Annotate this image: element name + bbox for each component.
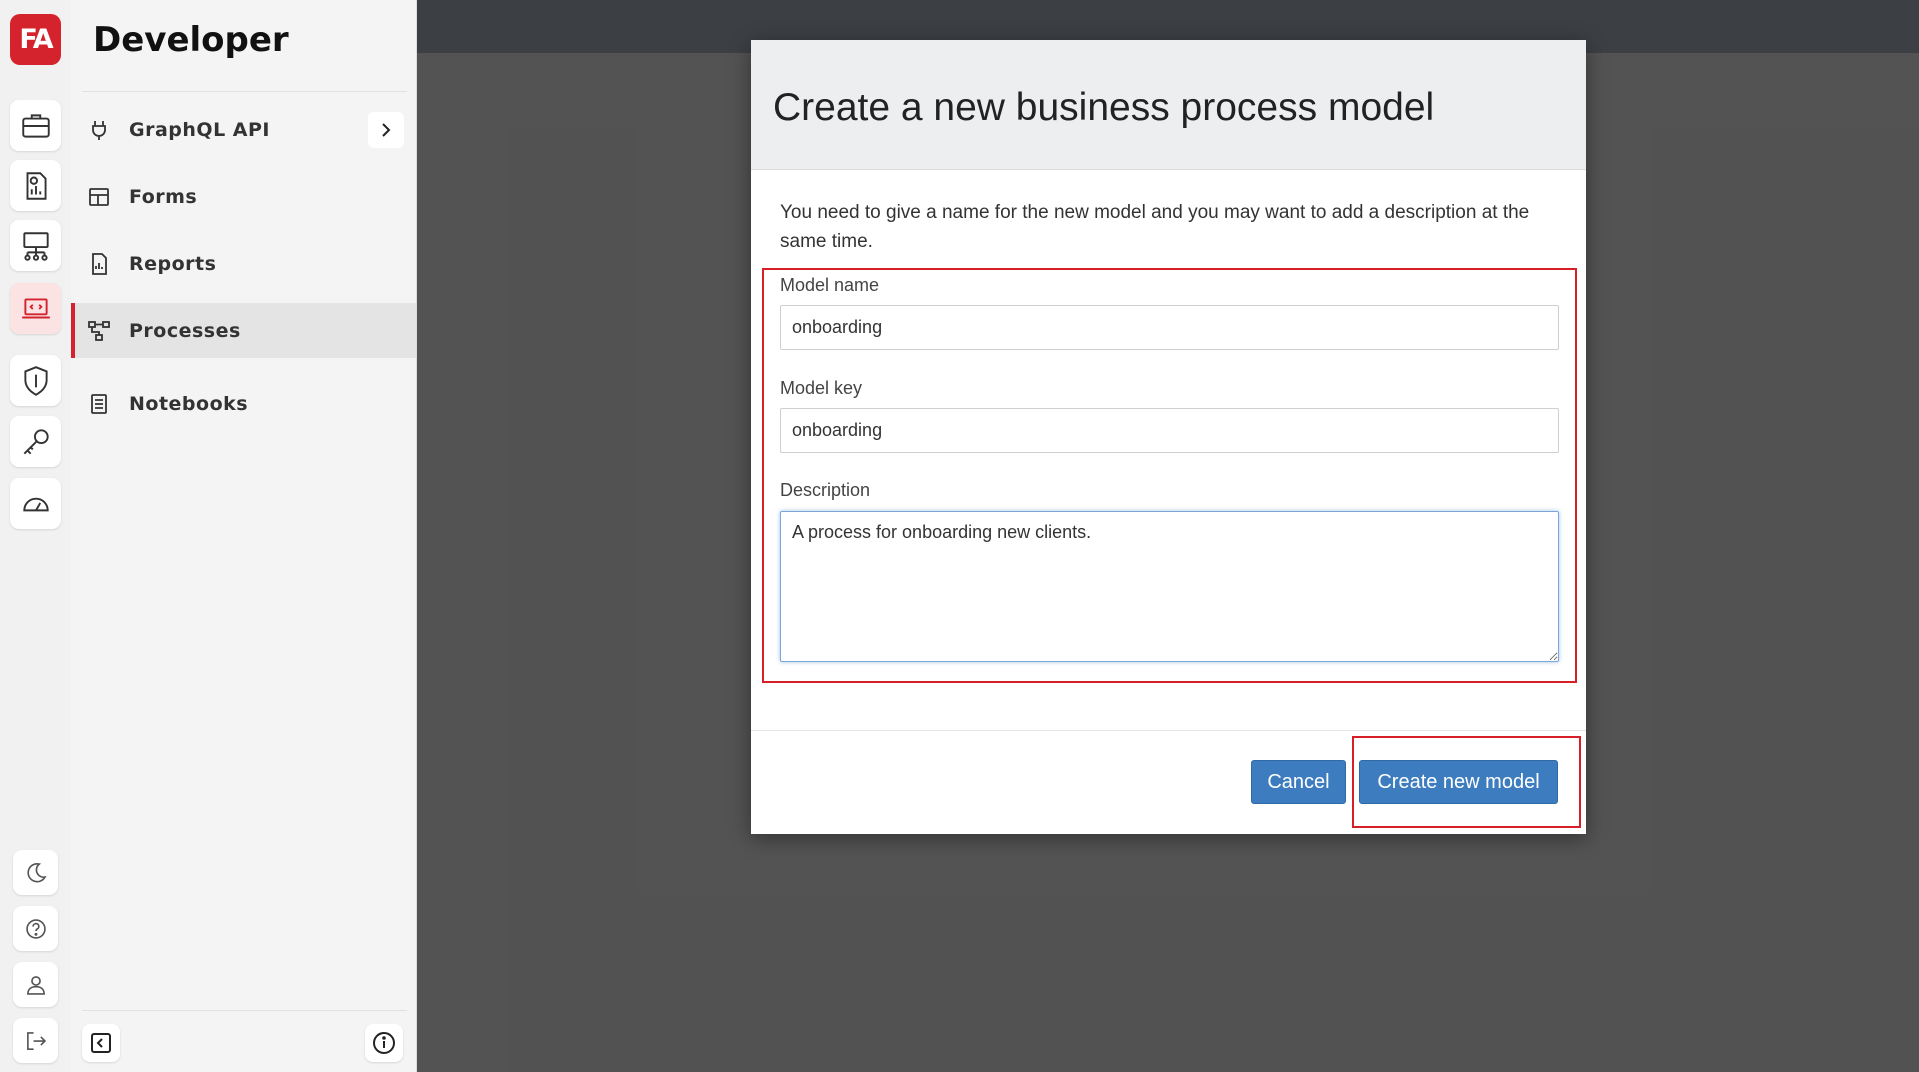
- nav-item-label: GraphQL API: [129, 118, 270, 141]
- nav-item-label: Processes: [129, 319, 241, 342]
- developer-laptop-icon[interactable]: [10, 283, 61, 334]
- grid-icon: [85, 183, 113, 211]
- nav-item-reports[interactable]: Reports: [71, 236, 416, 291]
- report-icon: [85, 250, 113, 278]
- briefcase-icon[interactable]: [10, 100, 61, 151]
- nav-item-processes[interactable]: Processes: [71, 303, 416, 358]
- help-icon[interactable]: [13, 906, 58, 951]
- side-panel: Developer GraphQL API Forms Reports Proc…: [71, 0, 417, 1072]
- create-new-model-button[interactable]: Create new model: [1359, 760, 1558, 804]
- network-diagram-icon[interactable]: [10, 220, 61, 271]
- model-key-label: Model key: [780, 378, 863, 398]
- logout-icon[interactable]: [13, 1018, 58, 1063]
- moon-icon[interactable]: [13, 850, 58, 895]
- model-name-input[interactable]: [780, 305, 1559, 350]
- dialog-header: Create a new business process model: [751, 40, 1586, 170]
- divider: [82, 91, 407, 92]
- nav-item-notebooks[interactable]: Notebooks: [71, 376, 416, 431]
- divider: [82, 1010, 407, 1011]
- process-flow-icon: [85, 317, 113, 345]
- speedometer-icon[interactable]: [10, 478, 61, 529]
- app-logo[interactable]: FA: [10, 14, 61, 65]
- icon-rail: FA: [0, 0, 72, 1072]
- model-name-label: Model name: [780, 275, 880, 295]
- dialog-title: Create a new business process model: [773, 86, 1435, 129]
- cancel-button[interactable]: Cancel: [1251, 760, 1346, 804]
- notebook-icon: [85, 390, 113, 418]
- nav-item-label: Reports: [129, 252, 217, 275]
- key-icon[interactable]: [10, 416, 61, 467]
- nav-item-label: Forms: [129, 185, 198, 208]
- nav-item-forms[interactable]: Forms: [71, 169, 416, 224]
- plug-icon: [85, 116, 113, 144]
- info-icon[interactable]: [365, 1024, 403, 1062]
- dialog-footer-divider: [751, 730, 1586, 731]
- chevron-right-icon[interactable]: [368, 112, 404, 148]
- description-textarea[interactable]: A process for onboarding new clients.: [780, 511, 1559, 662]
- panel-title: Developer: [93, 20, 289, 60]
- dialog-intro-text: You need to give a name for the new mode…: [780, 202, 1530, 252]
- nav-item-graphql-api[interactable]: GraphQL API: [71, 102, 416, 157]
- model-key-input[interactable]: [780, 408, 1559, 453]
- analytics-report-icon[interactable]: [10, 160, 61, 211]
- user-icon[interactable]: [13, 962, 58, 1007]
- description-label: Description: [780, 480, 871, 500]
- nav-item-label: Notebooks: [129, 392, 249, 415]
- create-model-dialog: Create a new business process model You …: [751, 40, 1586, 834]
- shield-icon[interactable]: [10, 355, 61, 406]
- collapse-icon[interactable]: [82, 1024, 120, 1062]
